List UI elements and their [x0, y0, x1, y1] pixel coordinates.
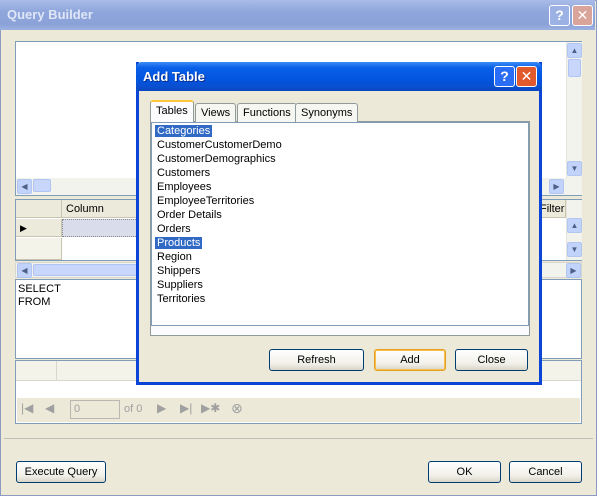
prev-record-icon[interactable]: ◀ [45, 401, 54, 415]
scroll-right-button[interactable]: ▶ [566, 263, 581, 278]
scroll-up-button[interactable]: ▲ [567, 43, 582, 58]
record-position-input[interactable]: 0 [70, 400, 120, 419]
list-item[interactable]: Shippers [152, 264, 528, 278]
tab-functions[interactable]: Functions [237, 103, 297, 122]
cancel-button[interactable]: Cancel [509, 461, 582, 483]
grid-corner-header [16, 200, 62, 218]
tab-tables[interactable]: Tables [150, 100, 194, 122]
scroll-down-button[interactable]: ▼ [567, 161, 582, 176]
tab-views[interactable]: Views [195, 103, 237, 122]
list-item[interactable]: Suppliers [152, 278, 528, 292]
add-table-title: Add Table [143, 69, 205, 84]
refresh-button[interactable]: Refresh [269, 349, 364, 371]
scroll-thumb[interactable] [568, 59, 581, 77]
up-arrow-icon: ▲ [570, 221, 579, 230]
stop-icon[interactable]: ⊗ [231, 400, 243, 417]
results-navigator: |◀ ◀ 0 of 0 ▶ ▶| ▶✱ ⊗ [17, 398, 580, 422]
scroll-right-button[interactable]: ▶ [549, 179, 564, 194]
diagram-vscrollbar[interactable]: ▲ ▼ [566, 42, 582, 178]
hscroll-thumb[interactable] [33, 179, 51, 192]
row-pointer-icon: ▶ [20, 223, 27, 233]
help-button[interactable]: ? [549, 5, 570, 26]
dialog-help-button[interactable]: ? [494, 66, 515, 87]
list-item[interactable]: Categories [152, 124, 528, 138]
down-arrow-icon: ▼ [570, 164, 579, 173]
last-record-icon[interactable]: ▶| [180, 401, 192, 415]
up-arrow-icon: ▲ [570, 46, 579, 55]
grid-vscrollbar[interactable]: ▲ ▼ [566, 200, 582, 260]
separator [4, 438, 593, 439]
list-item[interactable]: Products [152, 236, 528, 250]
list-item[interactable]: Region [152, 250, 528, 264]
list-item[interactable]: Territories [152, 292, 528, 306]
left-arrow-icon: ◀ [21, 266, 28, 275]
scroll-down-button[interactable]: ▼ [567, 242, 582, 257]
row-header[interactable]: ▶ [16, 219, 62, 237]
tab-synonyms[interactable]: Synonyms [295, 103, 359, 122]
add-button[interactable]: Add [374, 349, 446, 371]
help-icon: ? [555, 7, 564, 23]
new-record-icon[interactable]: ▶✱ [201, 401, 220, 415]
scroll-up-button[interactable]: ▲ [567, 218, 582, 233]
first-record-icon[interactable]: |◀ [21, 401, 33, 415]
close-icon: ✕ [520, 68, 533, 84]
list-item[interactable]: Order Details [152, 208, 528, 222]
dialog-close-button[interactable]: ✕ [516, 66, 537, 87]
execute-query-button[interactable]: Execute Query [16, 461, 106, 483]
list-item[interactable]: EmployeeTerritories [152, 194, 528, 208]
record-count-label: of 0 [124, 403, 143, 415]
left-arrow-icon: ◀ [21, 182, 28, 191]
filter-header[interactable]: Filter [538, 200, 566, 218]
list-item[interactable]: Employees [152, 180, 528, 194]
scroll-left-button[interactable]: ◀ [17, 179, 32, 194]
next-record-icon[interactable]: ▶ [157, 401, 166, 415]
list-item[interactable]: Customers [152, 166, 528, 180]
list-item[interactable]: CustomerDemographics [152, 152, 528, 166]
help-icon: ? [500, 68, 509, 84]
right-arrow-icon: ▶ [553, 182, 560, 191]
close-dialog-button[interactable]: Close [455, 349, 528, 371]
table-list[interactable]: Categories CustomerCustomerDemo Customer… [151, 122, 529, 326]
hscroll-thumb[interactable] [33, 264, 149, 276]
close-icon: ✕ [576, 7, 589, 23]
list-item[interactable]: CustomerCustomerDemo [152, 138, 528, 152]
right-arrow-icon: ▶ [570, 266, 577, 275]
row-header-new[interactable] [16, 238, 62, 260]
down-arrow-icon: ▼ [570, 245, 579, 254]
close-button[interactable]: ✕ [572, 5, 593, 26]
query-builder-title: Query Builder [7, 7, 93, 22]
list-item[interactable]: Orders [152, 222, 528, 236]
ok-button[interactable]: OK [428, 461, 501, 483]
scroll-left-button[interactable]: ◀ [17, 263, 32, 278]
